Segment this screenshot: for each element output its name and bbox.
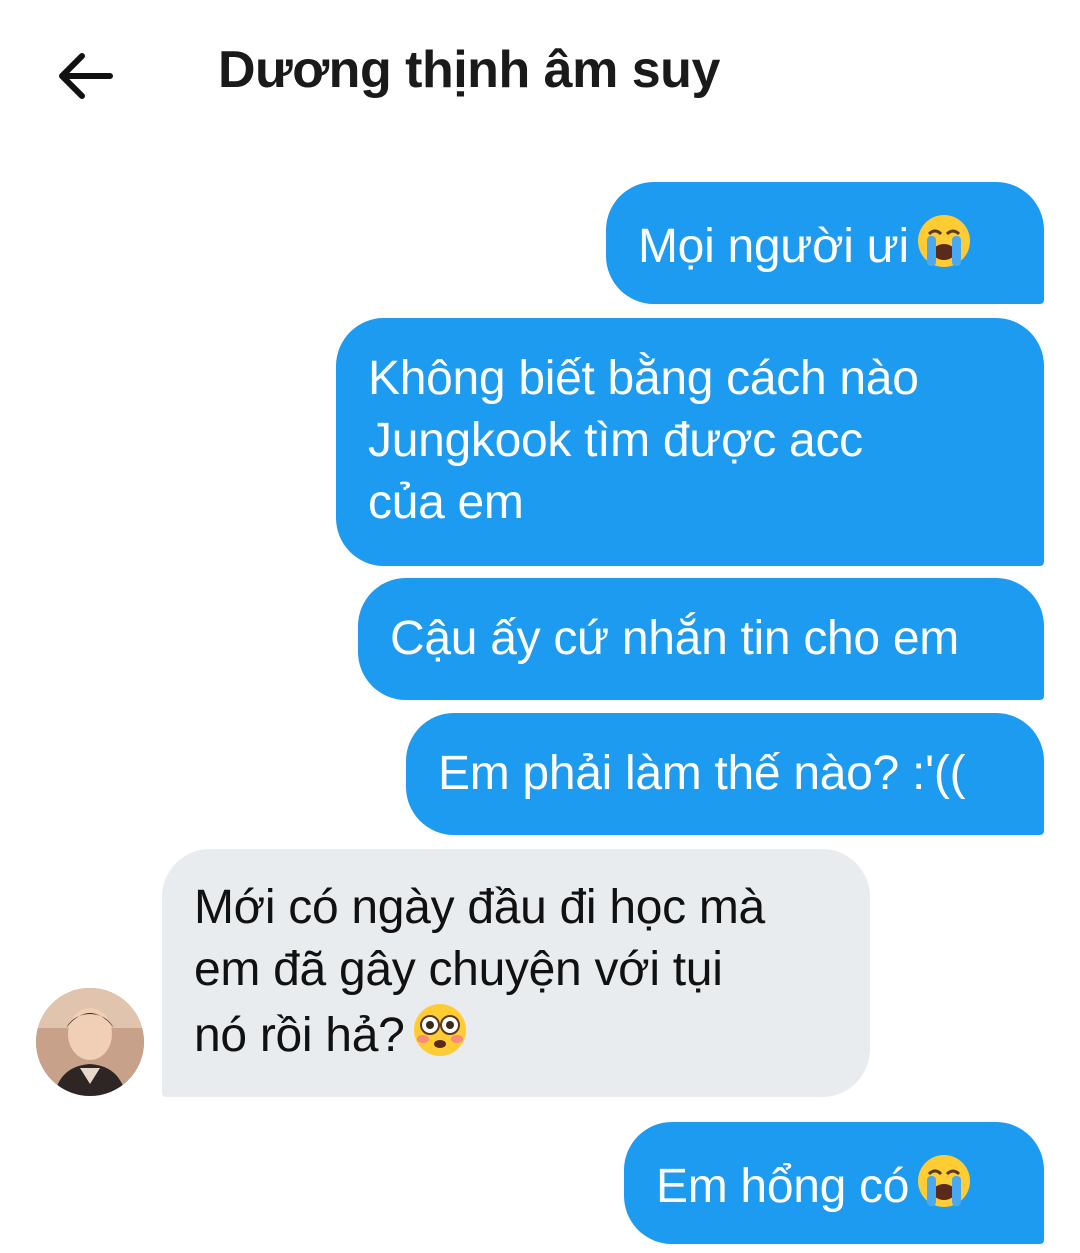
- conversation-title: Dương thịnh âm suy: [218, 41, 720, 99]
- message-bubble-sent[interactable]: Cậu ấy cứ nhắn tin cho em: [358, 578, 1044, 700]
- message-bubble-sent[interactable]: Em hổng có: [624, 1122, 1044, 1244]
- message-bubble-sent[interactable]: Em phải làm thế nào? :'((: [406, 713, 1044, 835]
- loudly-crying-face-icon: [918, 1155, 971, 1207]
- message-text-line: em đã gây chuyện với tụi: [194, 943, 723, 996]
- arrow-left-icon: [59, 53, 113, 99]
- message-bubble-sent[interactable]: Mọi người ưi: [606, 182, 1044, 304]
- message-text: Em phải làm thế nào? :'((: [438, 747, 966, 800]
- contact-avatar-image: [36, 988, 144, 1096]
- avatar[interactable]: [36, 988, 144, 1096]
- flushed-face-icon: [413, 1004, 466, 1056]
- message-text-line: Jungkook tìm được acc: [368, 414, 863, 467]
- message-text: Mọi người ưi: [638, 220, 909, 273]
- message-text-line: Mới có ngày đầu đi học mà: [194, 881, 765, 934]
- message-text: Em hổng có: [656, 1160, 910, 1213]
- loudly-crying-face-icon: [917, 215, 970, 267]
- message-bubble-received[interactable]: Mới có ngày đầu đi học mà em đã gây chuy…: [162, 849, 870, 1097]
- back-button[interactable]: [52, 46, 116, 106]
- conversation-header: Dương thịnh âm suy: [0, 0, 1080, 150]
- message-text-line: nó rồi hả?: [194, 1009, 405, 1062]
- message-bubble-sent[interactable]: Không biết bằng cách nào Jungkook tìm đư…: [336, 318, 1044, 566]
- message-text-line: Không biết bằng cách nào: [368, 352, 919, 405]
- message-text-line: của em: [368, 476, 524, 529]
- message-text: Cậu ấy cứ nhắn tin cho em: [390, 612, 959, 665]
